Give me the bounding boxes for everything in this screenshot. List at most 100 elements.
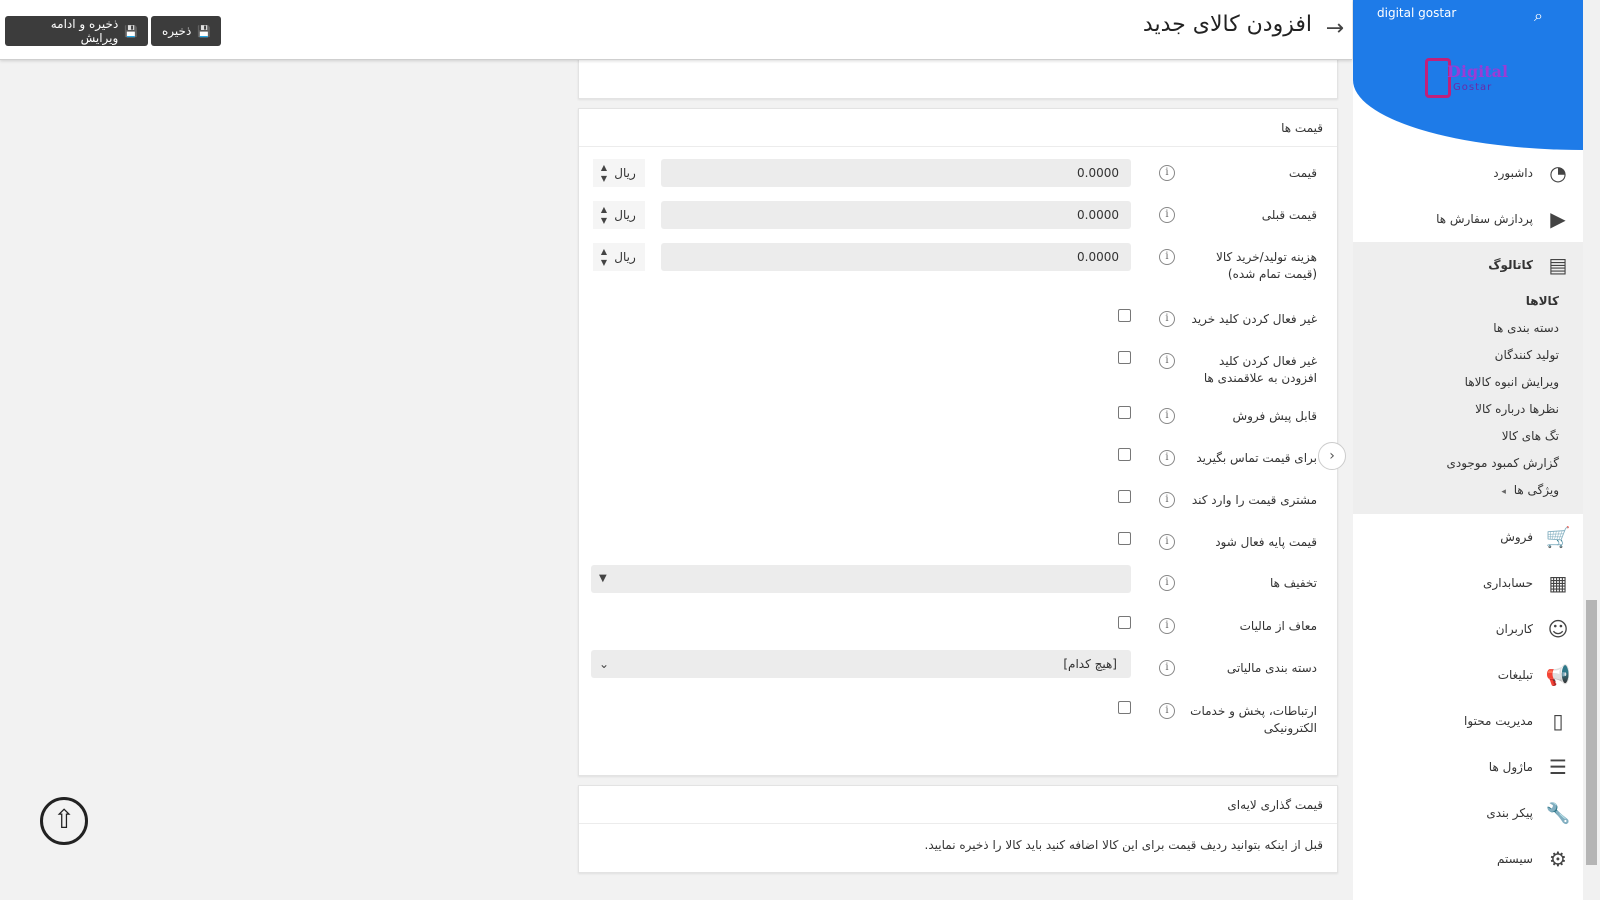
caret-left-icon: ◂ bbox=[1501, 487, 1506, 497]
info-icon[interactable]: i bbox=[1159, 492, 1175, 508]
user-icon: ☺ bbox=[1547, 617, 1569, 641]
telecom-checkbox[interactable] bbox=[1118, 701, 1131, 714]
dashboard-icon: ◔ bbox=[1549, 161, 1567, 185]
old-price-label: قیمت قبلی bbox=[1261, 208, 1317, 222]
info-icon[interactable]: i bbox=[1159, 353, 1175, 369]
submenu-reviews[interactable]: نظرها درباره کالا bbox=[1353, 396, 1583, 423]
sidebar-item-label: حسابداری bbox=[1483, 576, 1533, 590]
scroll-to-top-button[interactable]: ⇧ bbox=[40, 797, 88, 845]
info-icon[interactable]: i bbox=[1159, 575, 1175, 591]
tier-pricing-note: قبل از اینکه بتوانید ردیف قیمت برای این … bbox=[924, 838, 1323, 852]
info-icon[interactable]: i bbox=[1159, 207, 1175, 223]
sidebar-item-orders[interactable]: ▶ پردازش سفارش ها bbox=[1353, 196, 1583, 242]
sidebar-item-label: کاتالوگ bbox=[1488, 258, 1533, 272]
disable-wishlist-checkbox[interactable] bbox=[1118, 351, 1131, 364]
tier-pricing-panel: قیمت گذاری لایه‌ای قبل از اینکه بتوانید … bbox=[578, 785, 1338, 873]
sidebar-menu: ◔ داشبورد ▶ پردازش سفارش ها ▤ کاتالوگ کا… bbox=[1353, 150, 1583, 882]
wrench-icon: 🔧 bbox=[1545, 801, 1571, 825]
customer-enters-price-row: مشتری قیمت را وارد کند i bbox=[577, 486, 1337, 526]
call-for-price-checkbox[interactable] bbox=[1118, 448, 1131, 461]
sidebar-item-label: ماژول ها bbox=[1488, 760, 1533, 774]
logo: Digital Gostar bbox=[1419, 54, 1519, 104]
info-icon[interactable]: i bbox=[1159, 618, 1175, 634]
submenu-products[interactable]: کالاها bbox=[1353, 288, 1583, 315]
info-icon[interactable]: i bbox=[1159, 450, 1175, 466]
submenu-tags[interactable]: تگ های کالا bbox=[1353, 423, 1583, 450]
preorder-checkbox[interactable] bbox=[1118, 406, 1131, 419]
top-bar: → افزودن کالای جدید 💾 ذخیره 💾 ذخیره و اد… bbox=[0, 0, 1352, 60]
info-icon[interactable]: i bbox=[1159, 534, 1175, 550]
info-icon[interactable]: i bbox=[1159, 660, 1175, 676]
submenu-attributes[interactable]: ویژگی ها ◂ bbox=[1353, 477, 1583, 504]
megaphone-icon: 📢 bbox=[1545, 663, 1571, 687]
info-icon[interactable]: i bbox=[1159, 311, 1175, 327]
old-price-spinner[interactable]: ▲ ▼ bbox=[593, 201, 615, 229]
old-price-input[interactable]: 0.0000 bbox=[661, 201, 1131, 229]
sidebar-item-label: تبلیغات bbox=[1497, 668, 1533, 682]
floppy-icon: 💾 bbox=[197, 24, 211, 38]
discounts-row: تخفیف ها i ▼ bbox=[577, 565, 1337, 605]
base-price-row: قیمت پایه فعال شود i bbox=[577, 528, 1337, 568]
call-for-price-row: برای قیمت تماس بگیرید i bbox=[577, 444, 1337, 484]
sidebar-collapse-button[interactable]: › bbox=[1318, 442, 1346, 470]
sidebar-item-dashboard[interactable]: ◔ داشبورد bbox=[1353, 150, 1583, 196]
search-icon[interactable]: ⌕ bbox=[1534, 6, 1543, 26]
brand-name: digital gostar bbox=[1377, 6, 1457, 20]
cost-input[interactable]: 0.0000 bbox=[661, 243, 1131, 271]
sidebar-item-sales[interactable]: 🛒 فروش bbox=[1353, 514, 1583, 560]
logo-subtext: Gostar bbox=[1453, 82, 1493, 93]
sidebar-item-plugins[interactable]: ☰ ماژول ها bbox=[1353, 744, 1583, 790]
disable-buy-checkbox[interactable] bbox=[1118, 309, 1131, 322]
page-scrollbar[interactable] bbox=[1583, 0, 1600, 900]
sidebar-item-customers[interactable]: ☺ کاربران bbox=[1353, 606, 1583, 652]
save-continue-button[interactable]: 💾 ذخیره و ادامه ویرایش bbox=[5, 16, 148, 46]
price-row: قیمت i 0.0000 ریال ▲ ▼ bbox=[577, 159, 1337, 199]
info-icon[interactable]: i bbox=[1159, 249, 1175, 265]
sidebar-header: digital gostar ⌕ Digital Gostar bbox=[1353, 0, 1583, 150]
info-icon[interactable]: i bbox=[1159, 165, 1175, 181]
save-button-label: ذخیره bbox=[162, 24, 192, 38]
tax-exempt-checkbox[interactable] bbox=[1118, 616, 1131, 629]
catalog-group: ▤ کاتالوگ کالاها دسته بندی ها تولید کنند… bbox=[1353, 242, 1583, 514]
sidebar-item-configuration[interactable]: 🔧 پیکر بندی bbox=[1353, 790, 1583, 836]
base-price-checkbox[interactable] bbox=[1118, 532, 1131, 545]
back-arrow-icon[interactable]: → bbox=[1326, 16, 1344, 41]
tax-category-value: [هیچ کدام] bbox=[1063, 657, 1117, 671]
scrollbar-thumb[interactable] bbox=[1586, 600, 1597, 865]
sidebar-item-content[interactable]: ▯ مدیریت محتوا bbox=[1353, 698, 1583, 744]
play-circle-icon: ▶ bbox=[1550, 207, 1566, 231]
caret-down-icon: ▼ bbox=[599, 573, 607, 584]
info-icon[interactable]: i bbox=[1159, 703, 1175, 719]
disable-buy-row: غیر فعال کردن کلید خرید i bbox=[577, 305, 1337, 345]
customer-enters-price-checkbox[interactable] bbox=[1118, 490, 1131, 503]
preorder-row: قابل پیش فروش i bbox=[577, 402, 1337, 442]
sidebar-item-system[interactable]: ⚙ سیستم bbox=[1353, 836, 1583, 882]
telecom-label: ارتباطات، پخش و خدمات الکترونیکی bbox=[1190, 704, 1317, 735]
discounts-multiselect[interactable]: ▼ bbox=[591, 565, 1131, 593]
tax-category-select[interactable]: [هیچ کدام] ⌄ bbox=[591, 650, 1131, 678]
submenu-manufacturers[interactable]: تولید کنندگان bbox=[1353, 342, 1583, 369]
discounts-label: تخفیف ها bbox=[1270, 576, 1317, 590]
submenu-categories[interactable]: دسته بندی ها bbox=[1353, 315, 1583, 342]
price-spinner[interactable]: ▲ ▼ bbox=[593, 159, 615, 187]
gears-icon: ⚙ bbox=[1549, 847, 1567, 871]
call-for-price-label: برای قیمت تماس بگیرید bbox=[1196, 451, 1317, 465]
menu-icon: ☰ bbox=[1549, 755, 1567, 779]
cost-spinner[interactable]: ▲ ▼ bbox=[593, 243, 615, 271]
tax-category-label: دسته بندی مالیاتی bbox=[1226, 661, 1317, 675]
price-input[interactable]: 0.0000 bbox=[661, 159, 1131, 187]
telecom-row: ارتباطات، پخش و خدمات الکترونیکی i bbox=[577, 697, 1337, 737]
logo-text: Digital bbox=[1447, 62, 1509, 81]
submenu-low-stock[interactable]: گزارش کمبود موجودی bbox=[1353, 450, 1583, 477]
price-label: قیمت bbox=[1288, 166, 1317, 180]
disable-buy-label: غیر فعال کردن کلید خرید bbox=[1191, 312, 1317, 326]
save-button[interactable]: 💾 ذخیره bbox=[151, 16, 221, 46]
submenu-bulk-edit[interactable]: ویرایش انبوه کالاها bbox=[1353, 369, 1583, 396]
sidebar-item-catalog[interactable]: ▤ کاتالوگ bbox=[1353, 242, 1583, 288]
sidebar-item-label: سیستم bbox=[1497, 852, 1533, 866]
cart-icon: 🛒 bbox=[1545, 525, 1571, 549]
sidebar-item-promotions[interactable]: 📢 تبلیغات bbox=[1353, 652, 1583, 698]
info-icon[interactable]: i bbox=[1159, 408, 1175, 424]
sidebar-item-accounting[interactable]: ▦ حسابداری bbox=[1353, 560, 1583, 606]
tax-category-row: دسته بندی مالیاتی i [هیچ کدام] ⌄ bbox=[577, 650, 1337, 690]
